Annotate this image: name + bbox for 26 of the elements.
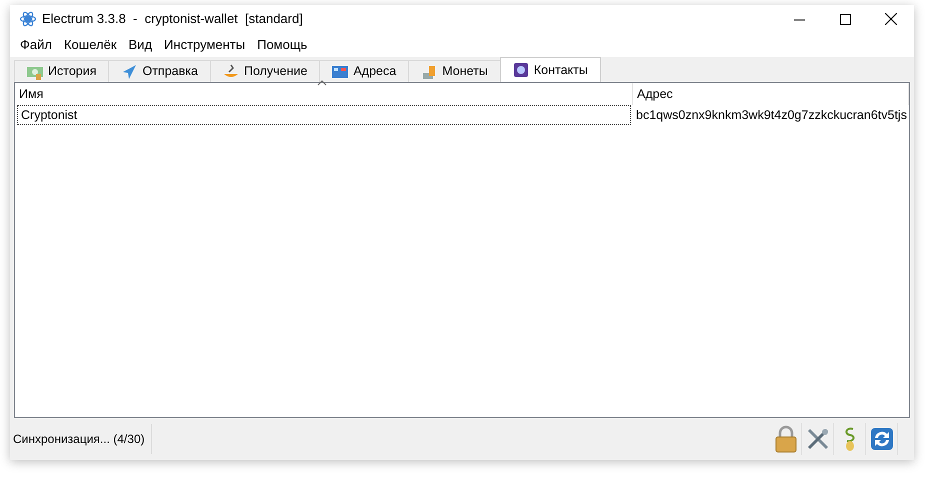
coins-tab-icon <box>421 64 438 80</box>
table-cell-text: bc1qws0znx9knkm3wk9t4z0g7zzkckucran6tv5tjs <box>635 106 908 124</box>
contacts-tab-icon <box>512 62 529 78</box>
app-logo-icon <box>20 11 36 27</box>
padlock-icon <box>774 425 798 453</box>
send-tab-icon <box>121 64 138 80</box>
receive-tab-icon <box>222 64 239 80</box>
tab[interactable]: История <box>14 60 110 82</box>
tab[interactable]: Контакты <box>500 57 601 82</box>
menu-item[interactable]: Файл <box>14 33 58 57</box>
menu-item[interactable]: Инструменты <box>158 33 252 57</box>
refresh-icon <box>870 427 894 451</box>
window-title: Electrum 3.3.8 - cryptonist-wallet [standard] <box>42 10 303 28</box>
menu-item[interactable]: Кошелёк <box>58 33 123 57</box>
table-cell: Cryptonist <box>17 105 631 125</box>
tab[interactable]: Монеты <box>408 60 501 82</box>
menu-item[interactable]: Вид <box>122 33 158 57</box>
column-header[interactable]: Имя <box>15 83 633 105</box>
addresses-tab-icon <box>332 64 348 80</box>
tools-icon <box>806 427 830 451</box>
status-text: Синхронизация... (4/30) <box>10 424 152 454</box>
column-header[interactable]: Адрес <box>633 83 909 105</box>
maximize-icon <box>840 14 850 24</box>
menu-item[interactable]: Помощь <box>251 33 314 57</box>
tab[interactable]: Отправка <box>108 60 211 82</box>
close-icon <box>885 13 897 25</box>
